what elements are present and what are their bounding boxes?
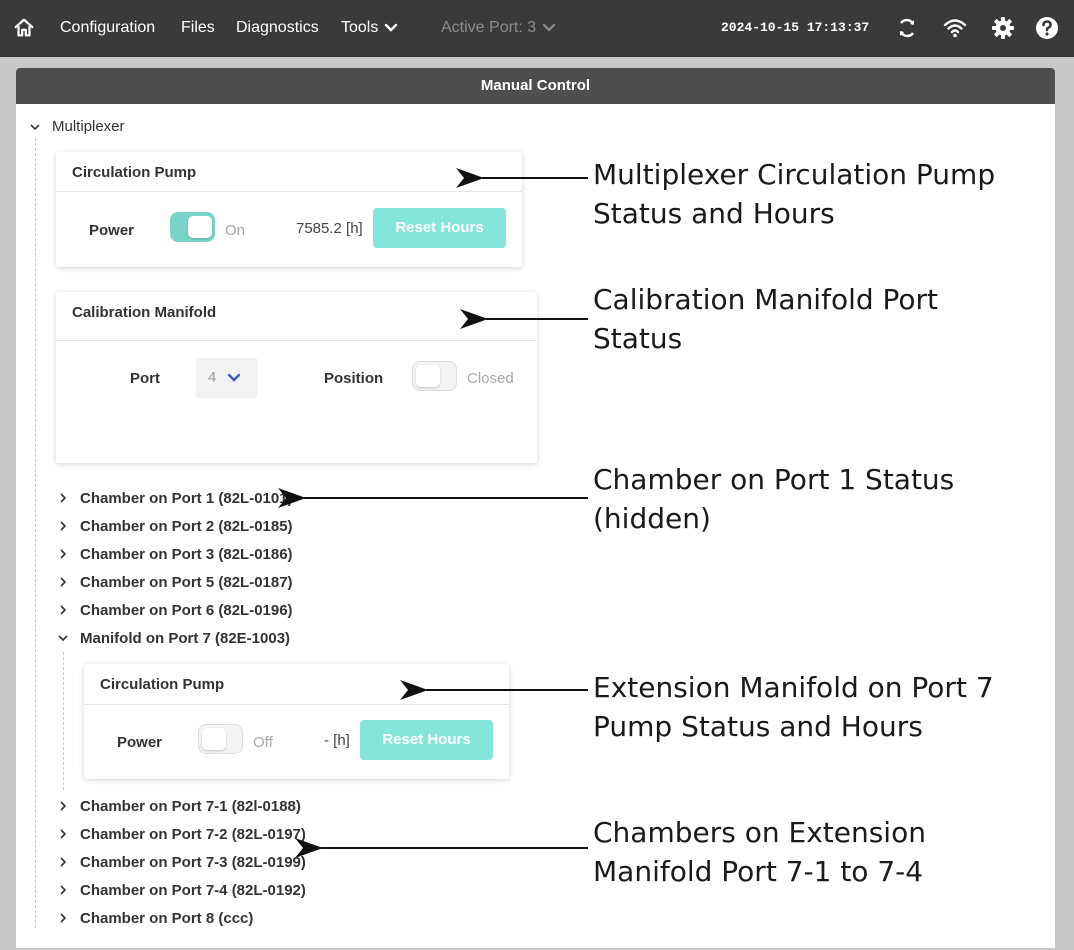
annotation-calibration: Calibration Manifold Port Status xyxy=(593,280,938,358)
annotation-line: Multiplexer Circulation Pump xyxy=(593,158,996,191)
annotation-chambers-ext: Chambers on Extension Manifold Port 7-1 … xyxy=(593,813,926,891)
annotation-line: Pump Status and Hours xyxy=(593,710,923,743)
annotation-line: Status and Hours xyxy=(593,197,835,230)
annotation-line: Status xyxy=(593,322,683,355)
annotation-line: (hidden) xyxy=(593,502,711,535)
annotation-pump: Multiplexer Circulation Pump Status and … xyxy=(593,155,995,233)
annotation-line: Manifold Port 7-1 to 7-4 xyxy=(593,855,924,888)
annotation-line: Extension Manifold on Port 7 xyxy=(593,671,994,704)
annotation-line: Chambers on Extension xyxy=(593,816,926,849)
annotation-line: Calibration Manifold Port xyxy=(593,283,939,316)
annotation-line: Chamber on Port 1 Status xyxy=(593,463,955,496)
annotation-extension: Extension Manifold on Port 7 Pump Status… xyxy=(593,668,994,746)
annotation-chamber1: Chamber on Port 1 Status (hidden) xyxy=(593,460,954,538)
